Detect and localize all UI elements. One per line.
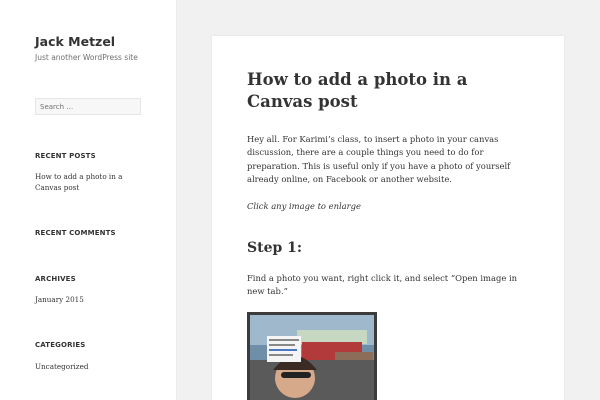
site-title[interactable]: Jack Metzel [35, 34, 115, 49]
recent-comments-title: RECENT COMMENTS [35, 229, 116, 237]
search-input[interactable]: Search … [35, 98, 141, 115]
sidebar: Jack Metzel Just another WordPress site … [0, 0, 176, 400]
post-intro: Hey all. For Karimi’s class, to insert a… [247, 134, 511, 184]
archive-link-january-2015[interactable]: January 2015 [35, 295, 145, 306]
step1-text: Find a photo you want, right click it, a… [247, 273, 518, 297]
category-link-uncategorized[interactable]: Uncategorized [35, 362, 145, 373]
post-note: Click any image to enlarge [247, 201, 361, 211]
post-title[interactable]: How to add a photo in a Canvas post [247, 69, 537, 113]
post-article: How to add a photo in a Canvas post Hey … [212, 36, 564, 400]
post-photo[interactable] [247, 312, 377, 400]
photo-image [247, 312, 377, 400]
recent-posts-title: RECENT POSTS [35, 152, 96, 160]
archives-title: ARCHIVES [35, 275, 76, 283]
step1-heading: Step 1: [247, 240, 303, 256]
categories-title: CATEGORIES [35, 341, 86, 349]
site-description: Just another WordPress site [35, 53, 138, 62]
recent-post-link[interactable]: How to add a photo in a Canvas post [35, 172, 145, 193]
page: Jack Metzel Just another WordPress site … [0, 0, 600, 400]
